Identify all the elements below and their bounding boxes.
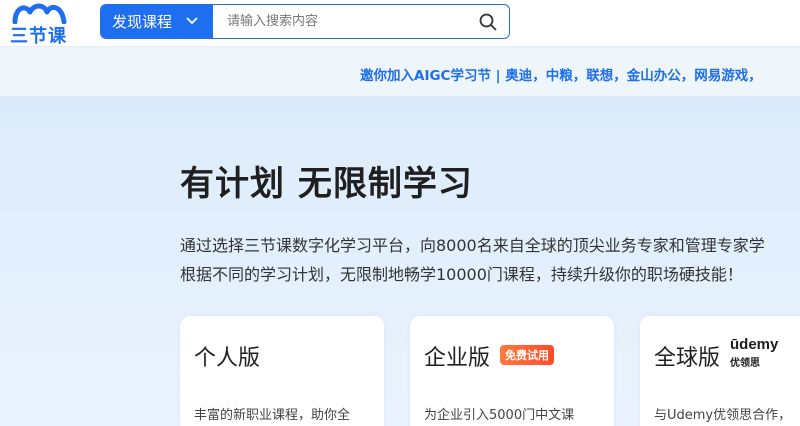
search-input[interactable]: [213, 5, 463, 38]
search-category-label: 发现课程: [112, 13, 173, 31]
plan-card-title: 全球版: [654, 346, 721, 371]
top-header: 三节课 发现课程: [0, 0, 800, 47]
plan-card-global[interactable]: 全球版 ūdemy 优领思 与Udemy优领思合作，: [640, 316, 800, 426]
plan-card-personal[interactable]: 个人版 丰富的新职业课程，助你全: [180, 316, 384, 426]
udemy-logo: ūdemy 优领思: [730, 336, 790, 370]
site-logo[interactable]: 三节课: [10, 2, 70, 47]
wave-logo-icon: [12, 3, 67, 24]
plan-card-enterprise[interactable]: 企业版 免费试用 为企业引入5000门中文课: [410, 316, 614, 426]
hero-description-line2: 根据不同的学习计划，无限制地畅学10000门课程，持续升级你的职场硬技能！: [180, 265, 743, 284]
plan-card-title: 个人版: [194, 346, 261, 371]
hero-title: 有计划 无限制学习: [180, 164, 473, 204]
chevron-down-icon: [186, 17, 198, 24]
udemy-logo-subtitle: 优领思: [730, 358, 760, 369]
search-category-dropdown[interactable]: 发现课程: [101, 5, 213, 38]
plan-card-description: 为企业引入5000门中文课: [424, 408, 575, 423]
hero-description-line1: 通过选择三节课数字化学习平台，向8000名来自全球的顶尖业务专家和管理专家学: [180, 236, 765, 255]
announcement-text[interactable]: 邀你加入AIGC学习节 | 奥迪，中粮，联想，金山办公，网易游戏，: [360, 64, 762, 84]
udemy-logo-name: ūdemy: [730, 336, 779, 353]
announcement-bar: 邀你加入AIGC学习节 | 奥迪，中粮，联想，金山办公，网易游戏，: [0, 46, 800, 97]
free-trial-badge: 免费试用: [500, 345, 554, 365]
search-bar: 发现课程: [100, 4, 510, 39]
search-icon[interactable]: [479, 13, 497, 31]
plan-card-title: 企业版: [424, 346, 491, 371]
hero-section: 有计划 无限制学习 通过选择三节课数字化学习平台，向8000名来自全球的顶尖业务…: [0, 96, 800, 426]
plan-card-description: 丰富的新职业课程，助你全: [194, 408, 351, 423]
plan-card-description: 与Udemy优领思合作，: [654, 408, 792, 423]
logo-text: 三节课: [10, 26, 67, 47]
